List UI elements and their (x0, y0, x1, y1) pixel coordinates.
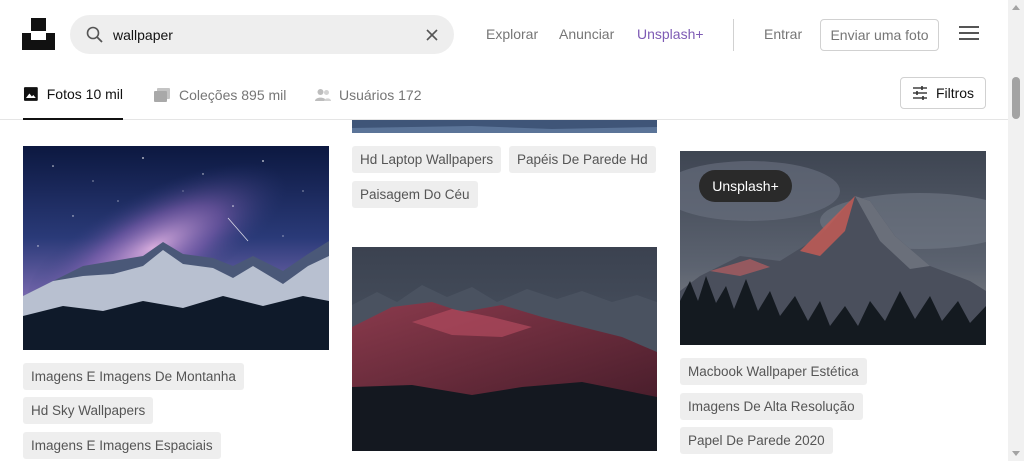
nav-divider (733, 19, 734, 51)
tab-collections[interactable]: Coleções 895 mil (153, 70, 286, 120)
clear-search-icon[interactable] (424, 27, 440, 43)
nav-explore-link[interactable]: Explorar (486, 26, 538, 42)
submit-photo-button[interactable]: Enviar uma foto (820, 19, 939, 51)
menu-icon[interactable] (959, 26, 979, 44)
photo-partial-top[interactable] (352, 120, 657, 133)
nav-advertise-link[interactable]: Anunciar (559, 26, 614, 42)
tag-hd-sky[interactable]: Hd Sky Wallpapers (23, 397, 154, 424)
tab-collections-label: Coleções 895 mil (179, 87, 287, 103)
filters-button[interactable]: Filtros (900, 77, 986, 109)
unsplash-plus-badge: Unsplash+ (699, 170, 792, 202)
search-tabs: Fotos 10 mil Coleções 895 mil Usuários 1… (0, 70, 1008, 120)
tag-mountain-images[interactable]: Imagens E Imagens De Montanha (23, 363, 244, 390)
scrollbar-thumb[interactable] (1012, 77, 1020, 119)
top-header: Explorar Anunciar Unsplash+ Entrar Envia… (0, 0, 1008, 70)
filters-label: Filtros (935, 85, 975, 101)
collections-icon (154, 88, 170, 102)
users-icon (315, 89, 331, 101)
tab-photos-label: Fotos 10 mil (46, 86, 123, 102)
search-input[interactable] (113, 23, 413, 46)
scroll-up-icon[interactable] (1012, 5, 1020, 10)
tab-users-label: Usuários 172 (339, 87, 422, 103)
photo-icon (23, 87, 38, 101)
tab-photos[interactable]: Fotos 10 mil (23, 70, 123, 120)
nav-unsplash-plus-link[interactable]: Unsplash+ (637, 26, 704, 42)
tag-high-resolution[interactable]: Imagens De Alta Resolução (680, 393, 863, 420)
tag-space-images[interactable]: Imagens E Imagens Espaciais (23, 432, 221, 459)
search-bar (70, 15, 454, 54)
page-scrollbar[interactable] (1008, 0, 1024, 461)
tab-users[interactable]: Usuários 172 (315, 70, 422, 120)
tag-sky-landscape[interactable]: Paisagem Do Céu (352, 181, 478, 208)
search-icon[interactable] (86, 26, 103, 43)
tag-hd-wallpapers[interactable]: Papéis De Parede Hd (509, 146, 656, 173)
scroll-down-icon[interactable] (1012, 451, 1020, 456)
unsplash-logo-icon[interactable] (22, 18, 55, 50)
sliders-icon (912, 86, 927, 100)
tag-wallpaper-2020[interactable]: Papel De Parede 2020 (680, 427, 833, 454)
photo-milky-way-mountains[interactable] (23, 146, 329, 350)
login-link[interactable]: Entrar (764, 26, 802, 42)
photo-red-mountains[interactable] (352, 247, 657, 451)
tag-hd-laptop[interactable]: Hd Laptop Wallpapers (352, 146, 502, 173)
tag-macbook-wallpaper[interactable]: Macbook Wallpaper Estética (680, 358, 867, 385)
